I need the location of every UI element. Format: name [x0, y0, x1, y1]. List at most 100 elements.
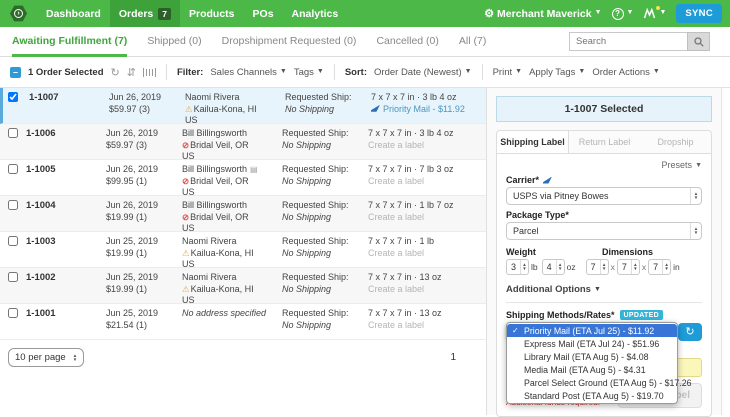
- nav-products-label: Products: [189, 7, 235, 20]
- order-date: Jun 26, 2019: [106, 128, 159, 138]
- note-icon[interactable]: ▤: [250, 165, 258, 174]
- tab-shipped[interactable]: Shipped (0): [147, 27, 201, 57]
- create-label-link[interactable]: Create a label: [368, 248, 486, 260]
- filter-tags[interactable]: Tags ▼: [294, 67, 324, 78]
- nav-pos[interactable]: POs: [244, 0, 283, 27]
- dim-height-value: 7: [653, 262, 659, 272]
- additional-options-toggle[interactable]: Additional Options ▼: [506, 284, 702, 303]
- create-label-link[interactable]: Create a label: [368, 212, 486, 224]
- dim-height-stepper[interactable]: 7 ▲ ▼: [648, 259, 672, 275]
- create-label-link[interactable]: Create a label: [368, 140, 486, 152]
- table-row[interactable]: 1-1005 Jun 26, 2019 $99.95 (1) Bill Billi…: [0, 160, 486, 197]
- split-order-icon[interactable]: ⇵: [127, 66, 136, 79]
- order-id-link[interactable]: 1-1003: [26, 236, 106, 267]
- table-row[interactable]: 1-1007 Jun 26, 2019 $59.97 (3) Naomi Rive…: [0, 88, 486, 125]
- presets-menu[interactable]: Presets ▼: [506, 160, 702, 170]
- requested-ship-value: No Shipping: [282, 319, 332, 330]
- order-actions-menu[interactable]: Order Actions ▼: [592, 67, 660, 78]
- create-label-link[interactable]: Create a label: [368, 320, 486, 332]
- nav-dashboard[interactable]: Dashboard: [37, 0, 110, 27]
- per-page-select[interactable]: 10 per page ▲ ▼: [8, 348, 85, 367]
- recipient-name: Bill Billingsworth: [182, 200, 248, 210]
- account-menu[interactable]: ⚙ Merchant Maverick ▼: [484, 7, 601, 21]
- search-input[interactable]: [569, 32, 687, 51]
- create-label-link[interactable]: Create a label: [368, 176, 486, 188]
- create-label-link[interactable]: Create a label: [368, 284, 486, 296]
- tab-return-label[interactable]: Return Label: [569, 131, 640, 153]
- status-tab-bar: Awaiting Fulfillment (7) Shipped (0) Dro…: [0, 27, 730, 57]
- table-row[interactable]: 1-1003 Jun 25, 2019 $19.99 (1) Naomi Rive…: [0, 232, 486, 269]
- nav-orders[interactable]: Orders 7: [109, 0, 181, 27]
- help-menu[interactable]: ? ▼: [611, 7, 633, 20]
- filter-sales-channels[interactable]: Sales Channels ▼: [210, 67, 286, 78]
- refresh-icon[interactable]: ↻: [111, 66, 120, 79]
- sort-order-select[interactable]: Order Date (Newest) ▼: [374, 67, 472, 78]
- dim-length-stepper[interactable]: 7 ▲ ▼: [585, 259, 609, 275]
- requested-ship-value: No Shipping: [282, 139, 332, 150]
- row-checkbox[interactable]: [8, 164, 18, 174]
- nav-analytics[interactable]: Analytics: [283, 0, 348, 27]
- carrier-select[interactable]: USPS via Pitney Bowes ▲ ▼: [506, 187, 702, 205]
- page-number[interactable]: 1: [450, 352, 478, 363]
- package-type-select[interactable]: Parcel ▲ ▼: [506, 222, 702, 240]
- chevron-down-icon: ▼: [695, 162, 702, 169]
- print-menu[interactable]: Print ▼: [493, 67, 522, 78]
- nav-products[interactable]: Products: [180, 0, 244, 27]
- table-row[interactable]: 1-1001 Jun 25, 2019 $21.54 (1) No address…: [0, 304, 486, 340]
- row-checkbox[interactable]: [8, 236, 18, 246]
- weight-lb-stepper[interactable]: 3 ▲ ▼: [506, 259, 529, 275]
- chevron-down-icon: ▼: [464, 67, 472, 75]
- chevron-down-icon: ▼: [578, 67, 586, 75]
- package-dims: 7 x 7 x 7 in · 3 lb 4 oz: [368, 128, 454, 138]
- order-total: $99.95 (1): [106, 175, 148, 186]
- weight-oz-stepper[interactable]: 4 ▲ ▼: [541, 259, 565, 275]
- rate-option-priority-mail[interactable]: Priority Mail (ETA Jul 25) - $11.92: [507, 324, 677, 337]
- rate-option-standard-post[interactable]: Standard Post (ETA Aug 5) - $19.70: [507, 389, 677, 402]
- table-row[interactable]: 1-1004 Jun 26, 2019 $19.99 (1) Bill Billi…: [0, 196, 486, 233]
- rates-dropdown: Priority Mail (ETA Jul 25) - $11.92 Expr…: [506, 322, 692, 404]
- rate-option-media-mail[interactable]: Media Mail (ETA Aug 5) - $4.31: [507, 363, 677, 376]
- rate-option-library-mail[interactable]: Library Mail (ETA Aug 5) - $4.08: [507, 350, 677, 363]
- order-id-link[interactable]: 1-1006: [26, 128, 106, 159]
- row-checkbox[interactable]: [8, 272, 18, 282]
- barcode-scan-icon[interactable]: [142, 67, 156, 77]
- rate-option-parcel-select[interactable]: Parcel Select Ground (ETA Aug 5) - $17.2…: [507, 376, 692, 389]
- shipping-method-link[interactable]: Priority Mail - $11.92: [371, 104, 486, 116]
- print-label: Print: [492, 66, 513, 78]
- dim-width-stepper[interactable]: 7 ▲ ▼: [616, 259, 640, 275]
- bulk-action-toolbar: – 1 Order Selected ↻ ⇵ Filter: Sales Cha…: [0, 57, 730, 88]
- row-checkbox[interactable]: [8, 200, 18, 210]
- apply-tags-menu[interactable]: Apply Tags ▼: [529, 67, 585, 78]
- package-type-value: Parcel: [513, 226, 539, 236]
- recipient-city: Kailua-Kona, HI: [190, 283, 254, 294]
- order-id-link[interactable]: 1-1004: [26, 200, 106, 231]
- tab-dropship[interactable]: Dropship: [640, 131, 711, 153]
- table-row[interactable]: 1-1006 Jun 26, 2019 $59.97 (3) Bill Billi…: [0, 124, 486, 161]
- tab-awaiting-fulfillment[interactable]: Awaiting Fulfillment (7): [12, 27, 128, 57]
- sort-value: Order Date (Newest): [374, 66, 462, 78]
- order-date: Jun 26, 2019: [106, 200, 159, 210]
- table-row[interactable]: 1-1002 Jun 25, 2019 $19.99 (1) Naomi Rive…: [0, 268, 486, 305]
- sync-button[interactable]: SYNC: [676, 4, 722, 23]
- order-total: $19.99 (1): [106, 211, 148, 222]
- ordoro-logo-icon[interactable]: ›: [10, 5, 27, 22]
- order-id-link[interactable]: 1-1002: [26, 272, 106, 303]
- order-id-link[interactable]: 1-1005: [26, 164, 106, 195]
- rate-option-express-mail[interactable]: Express Mail (ETA Jul 24) - $51.96: [507, 337, 677, 350]
- refresh-rates-button[interactable]: ↻: [678, 323, 702, 341]
- order-id-link[interactable]: 1-1001: [26, 308, 106, 339]
- sort-label: Sort:: [344, 66, 368, 78]
- search-button[interactable]: [687, 32, 710, 51]
- tab-dropshipment-requested[interactable]: Dropshipment Requested (0): [222, 27, 357, 57]
- tab-cancelled[interactable]: Cancelled (0): [376, 27, 438, 57]
- row-checkbox[interactable]: [8, 308, 18, 318]
- select-all-checkbox[interactable]: –: [10, 66, 21, 78]
- order-id-link[interactable]: 1-1007: [29, 92, 109, 123]
- tab-all[interactable]: All (7): [459, 27, 486, 57]
- requested-ship-value: No Shipping: [282, 175, 332, 186]
- tab-shipping-label[interactable]: Shipping Label: [497, 131, 569, 153]
- row-checkbox[interactable]: [8, 128, 18, 138]
- row-checkbox[interactable]: [8, 92, 18, 102]
- requested-ship-label: Requested Ship:: [282, 236, 349, 246]
- notifications-menu[interactable]: ▼: [643, 6, 666, 19]
